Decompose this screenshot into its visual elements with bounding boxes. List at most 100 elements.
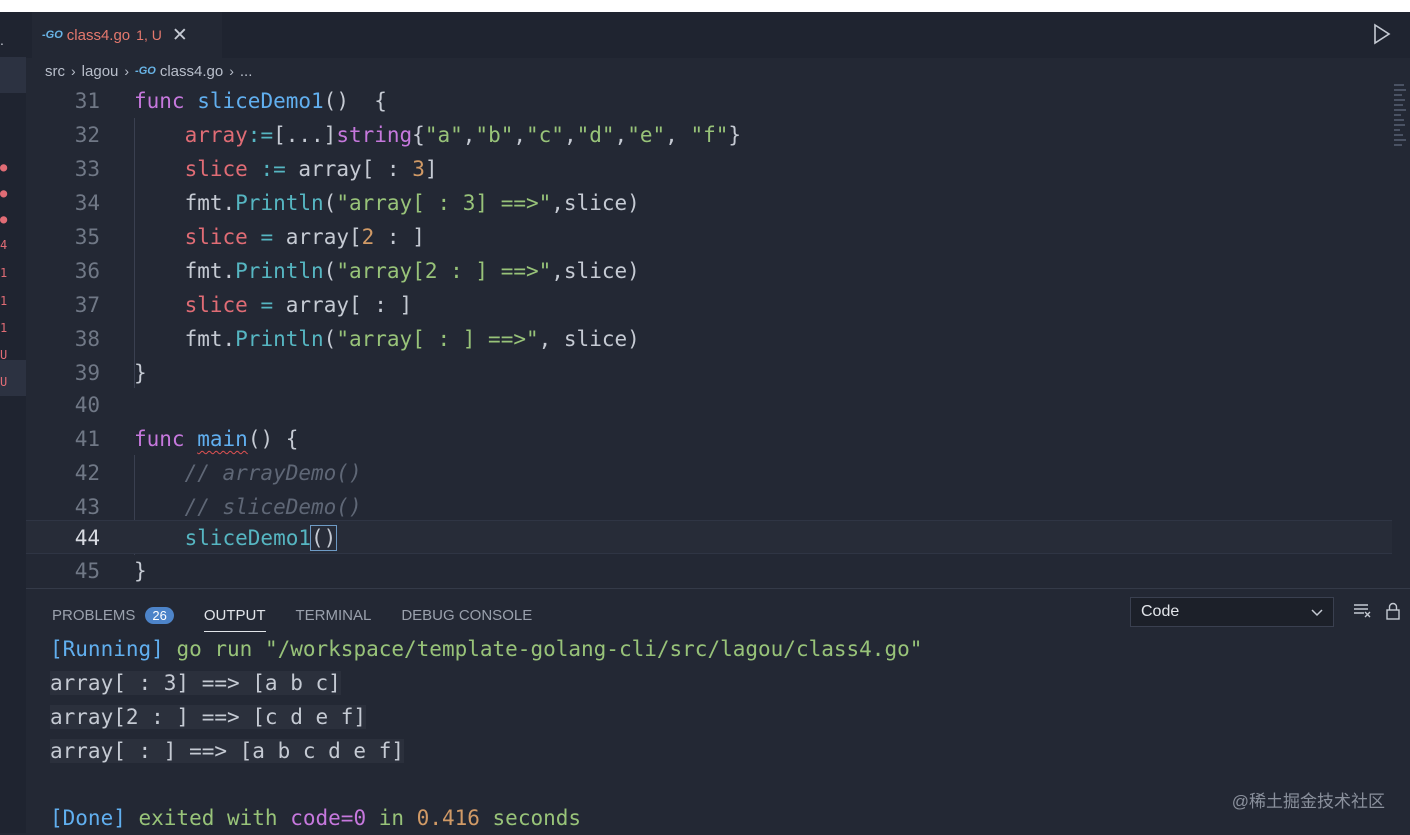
- done-text: seconds: [479, 806, 582, 830]
- line-number: 33: [74, 157, 100, 181]
- lock-icon[interactable]: [1384, 601, 1402, 621]
- breadcrumb-item[interactable]: src: [45, 63, 65, 80]
- code-line: 40: [26, 388, 1410, 422]
- line-code: func sliceDemo1() {: [134, 89, 387, 113]
- close-icon[interactable]: ✕: [172, 24, 188, 47]
- line-number: 45: [74, 559, 100, 583]
- code-line: 37 slice = array[ : ]: [26, 288, 1410, 322]
- panel-tabs: PROBLEMS 26 OUTPUT TERMINAL DEBUG CONSOL…: [52, 599, 562, 632]
- sidebar-strip: . ● ● ● 4 1 1 1 U U: [0, 12, 26, 833]
- watermark: @稀土掘金技术社区: [1231, 792, 1385, 811]
- line-code: array:=[...]string{"a","b","c","d","e", …: [184, 123, 742, 147]
- run-icon[interactable]: [1370, 22, 1392, 46]
- breadcrumb-item[interactable]: lagou: [82, 63, 119, 80]
- sidebar-marker: U: [0, 375, 8, 389]
- breadcrumb: src › lagou › -GO class4.go › ...: [45, 58, 252, 84]
- line-number: 34: [74, 191, 100, 215]
- output-text: array[ : ] ==> [a b c d e f]: [50, 739, 405, 763]
- output-text: array[2 : ] ==> [c d e f]: [50, 705, 367, 729]
- code-line: 31 func sliceDemo1() {: [26, 84, 1410, 118]
- output-line: array[2 : ] ==> [c d e f]: [50, 700, 367, 734]
- done-text: exited with: [125, 806, 291, 830]
- tab-debug-console[interactable]: DEBUG CONSOLE: [401, 599, 532, 631]
- line-code: func main() {: [134, 427, 299, 451]
- sidebar-selected-item[interactable]: [0, 57, 26, 93]
- breadcrumb-item[interactable]: ...: [240, 63, 253, 80]
- sidebar-marker: ●: [0, 212, 8, 226]
- sidebar-marker: 1: [0, 294, 8, 308]
- output-text: array[ : 3] ==> [a b c]: [50, 671, 341, 695]
- code-editor[interactable]: 31 func sliceDemo1() { 32 array:=[...]str…: [26, 84, 1410, 588]
- output-line: array[ : ] ==> [a b c d e f]: [50, 734, 405, 768]
- line-number: 43: [74, 495, 100, 519]
- tab-filename: class4.go: [66, 26, 131, 44]
- chevron-right-icon: ›: [124, 63, 130, 79]
- minimap[interactable]: [1394, 84, 1406, 174]
- tab-terminal-label: TERMINAL: [295, 606, 372, 624]
- tab-class4-go[interactable]: -GO class4.go 1, U ✕: [32, 12, 222, 58]
- window-top-strip: [0, 0, 1410, 12]
- go-file-icon: -GO: [42, 29, 63, 41]
- code-line: 36 fmt.Println("array[2 : ] ==>",slice): [26, 254, 1410, 288]
- done-code: code=0: [290, 806, 367, 830]
- line-code: }: [134, 361, 147, 385]
- sidebar-marker: 1: [0, 321, 8, 335]
- code-line: 38 fmt.Println("array[ : ] ==>", slice): [26, 322, 1410, 356]
- code-line-current: 44 sliceDemo1(): [26, 520, 1392, 554]
- output-line: [Running] go run "/workspace/template-go…: [50, 632, 922, 666]
- chevron-down-icon: [1311, 609, 1323, 617]
- line-code: fmt.Println("array[ : ] ==>", slice): [184, 327, 640, 351]
- code-line: 42 // arrayDemo(): [26, 456, 1410, 490]
- line-number: 31: [74, 89, 100, 113]
- line-number: 38: [74, 327, 100, 351]
- line-code: // arrayDemo(): [184, 461, 362, 485]
- line-code: }: [134, 559, 147, 583]
- running-command: go run "/workspace/template-golang-cli/s…: [163, 637, 923, 661]
- go-file-icon: -GO: [135, 65, 156, 77]
- sidebar-dot: .: [0, 32, 4, 48]
- clear-output-icon[interactable]: [1352, 601, 1372, 619]
- output-line: [Done] exited with code=0 in 0.416 secon…: [50, 801, 581, 835]
- tab-output-label: OUTPUT: [203, 606, 266, 624]
- tab-status: 1, U: [136, 27, 162, 43]
- line-code: fmt.Println("array[ : 3] ==>",slice): [184, 191, 640, 215]
- line-code: slice = array[2 : ]: [184, 225, 425, 249]
- line-number: 44: [74, 526, 100, 550]
- tab-terminal[interactable]: TERMINAL: [296, 599, 372, 631]
- sidebar-marker: 1: [0, 266, 8, 280]
- code-line: 32 array:=[...]string{"a","b","c","d","e…: [26, 118, 1410, 152]
- line-number: 40: [74, 393, 100, 417]
- tab-problems[interactable]: PROBLEMS 26: [52, 599, 174, 631]
- code-line: 35 slice = array[2 : ]: [26, 220, 1410, 254]
- line-code: sliceDemo1(): [184, 525, 338, 551]
- line-number: 39: [74, 361, 100, 385]
- code-line: 34 fmt.Println("array[ : 3] ==>",slice): [26, 186, 1410, 220]
- line-code: slice := array[ : 3]: [184, 157, 438, 181]
- code-line: 39}: [26, 356, 1410, 390]
- done-tag: [Done]: [50, 806, 126, 830]
- code-line: 43 // sliceDemo(): [26, 490, 1410, 524]
- sidebar-marker: ●: [0, 160, 8, 174]
- breadcrumb-item[interactable]: class4.go: [160, 63, 223, 80]
- bottom-panel: PROBLEMS 26 OUTPUT TERMINAL DEBUG CONSOL…: [26, 588, 1410, 834]
- output-channel-select[interactable]: Code: [1130, 597, 1334, 627]
- sidebar-marker: ●: [0, 186, 8, 200]
- line-number: 35: [74, 225, 100, 249]
- output-channel-value: Code: [1141, 603, 1180, 620]
- problems-count-badge: 26: [145, 606, 174, 624]
- code-line: 45}: [26, 554, 1410, 588]
- tab-debug-label: DEBUG CONSOLE: [401, 606, 533, 624]
- tab-output[interactable]: OUTPUT: [203, 599, 266, 632]
- chevron-right-icon: ›: [71, 63, 76, 79]
- code-line: 41 func main() {: [26, 422, 1410, 456]
- line-code: slice = array[ : ]: [184, 293, 413, 317]
- chevron-right-icon: ›: [229, 63, 234, 79]
- line-number: 41: [74, 427, 100, 451]
- done-seconds-value: 0.416: [416, 806, 480, 830]
- output-line: array[ : 3] ==> [a b c]: [50, 666, 341, 700]
- tab-problems-label: PROBLEMS: [52, 606, 136, 624]
- line-number: 32: [74, 123, 100, 147]
- line-code: fmt.Println("array[2 : ] ==>",slice): [184, 259, 640, 283]
- line-number: 36: [74, 259, 100, 283]
- sidebar-marker: 4: [0, 238, 8, 252]
